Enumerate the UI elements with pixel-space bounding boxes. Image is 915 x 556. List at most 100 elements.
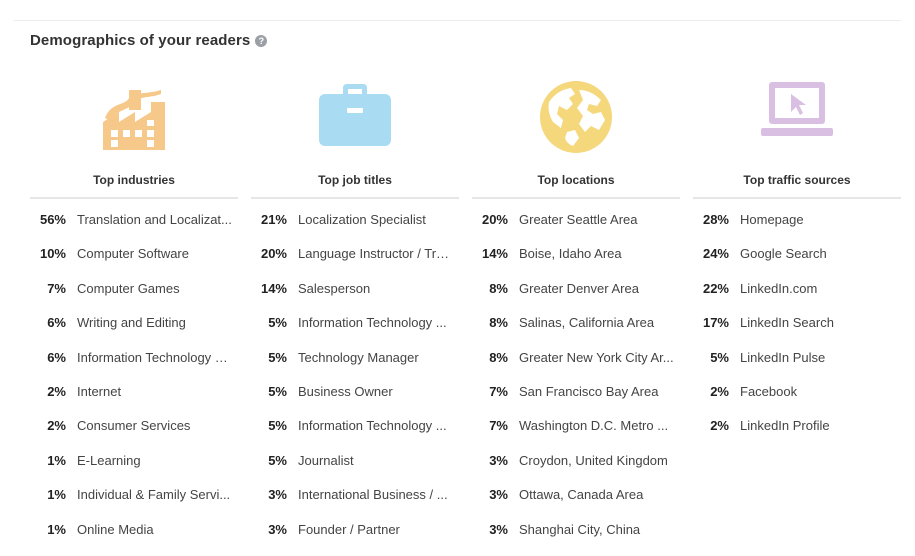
top-divider: [14, 20, 901, 21]
percent: 3%: [489, 521, 508, 537]
list-item: 5% Technology Manager: [251, 350, 459, 384]
demographics-columns: Top industries 56% Translation and Locali…: [30, 80, 901, 556]
list-item: 28% Homepage: [693, 212, 901, 246]
percent: 6%: [47, 349, 66, 365]
list-item: 1% Individual & Family Servi...: [30, 487, 238, 521]
item-label: Computer Games: [77, 280, 180, 296]
percent: 5%: [268, 418, 287, 434]
percent: 17%: [702, 315, 729, 331]
item-label: Greater Seattle Area: [519, 212, 638, 227]
list-item: 14% Salesperson: [251, 281, 459, 315]
item-label: LinkedIn Pulse: [740, 349, 826, 365]
column-job-titles: Top job titles 21% Localization Specialis…: [251, 80, 459, 556]
item-label: Greater Denver Area: [519, 280, 639, 296]
item-label: Writing and Editing: [77, 315, 186, 331]
item-label: Online Media: [77, 521, 154, 537]
column-title: Top job titles: [251, 173, 459, 199]
list-item: 6% Information Technology a...: [30, 350, 238, 384]
list-item: 20% Language Instructor / Tra...: [251, 246, 459, 280]
percent: 5%: [268, 383, 287, 399]
item-label: Shanghai City, China: [519, 521, 641, 537]
percent: 2%: [710, 383, 729, 399]
list-item: 20% Greater Seattle Area: [472, 212, 680, 246]
percent: 3%: [268, 521, 287, 537]
list-item: 3% Shanghai City, China: [472, 522, 680, 556]
list-item: 7% Washington D.C. Metro ...: [472, 418, 680, 452]
industries-list: 56% Translation and Localizat... 10% Compu…: [30, 212, 238, 556]
item-label: Individual & Family Servi...: [77, 487, 231, 503]
item-label: Washington D.C. Metro ...: [519, 418, 669, 434]
list-item: 8% Greater New York City Ar...: [472, 350, 680, 384]
item-label: Croydon, United Kingdom: [519, 452, 668, 468]
list-item: 6% Writing and Editing: [30, 315, 238, 349]
locations-list: 20% Greater Seattle Area 14% Boise, Idaho …: [472, 212, 680, 556]
percent: 20%: [260, 246, 287, 262]
item-label: LinkedIn Profile: [740, 418, 830, 434]
column-title: Top locations: [472, 173, 680, 199]
percent: 1%: [47, 521, 66, 537]
item-label: Homepage: [740, 212, 804, 227]
column-traffic-sources: Top traffic sources 28% Homepage 24% Googl…: [693, 80, 901, 556]
percent: 5%: [710, 349, 729, 365]
item-label: Language Instructor / Tra...: [298, 246, 453, 262]
list-item: 5% Business Owner: [251, 384, 459, 418]
list-item: 8% Greater Denver Area: [472, 281, 680, 315]
list-item: 5% Journalist: [251, 453, 459, 487]
percent: 7%: [489, 418, 508, 434]
item-label: Information Technology ...: [298, 418, 447, 434]
percent: 56%: [39, 212, 66, 227]
percent: 8%: [489, 349, 508, 365]
list-item: 5% LinkedIn Pulse: [693, 350, 901, 384]
item-label: Salinas, California Area: [519, 315, 655, 331]
list-item: 3% Ottawa, Canada Area: [472, 487, 680, 521]
column-title: Top traffic sources: [693, 173, 901, 199]
item-label: Information Technology a...: [77, 349, 232, 365]
list-item: 5% Information Technology ...: [251, 315, 459, 349]
percent: 3%: [268, 487, 287, 503]
percent: 5%: [268, 452, 287, 468]
list-item: 56% Translation and Localizat...: [30, 212, 238, 246]
briefcase-icon: [251, 80, 459, 150]
percent: 2%: [710, 418, 729, 434]
item-label: Facebook: [740, 383, 798, 399]
item-label: International Business / ...: [298, 487, 448, 503]
percent: 28%: [702, 212, 729, 227]
percent: 5%: [268, 315, 287, 331]
item-label: Internet: [77, 383, 122, 399]
item-label: Ottawa, Canada Area: [519, 487, 644, 503]
item-label: Technology Manager: [298, 349, 419, 365]
item-label: Boise, Idaho Area: [519, 246, 622, 262]
list-item: 2% Facebook: [693, 384, 901, 418]
percent: 7%: [47, 280, 66, 296]
help-icon[interactable]: ?: [255, 35, 268, 47]
laptop-icon: [693, 80, 901, 150]
globe-icon: [472, 80, 680, 153]
list-item: 1% Online Media: [30, 522, 238, 556]
percent: 14%: [481, 246, 508, 262]
list-item: 3% International Business / ...: [251, 487, 459, 521]
list-item: 5% Information Technology ...: [251, 418, 459, 452]
percent: 21%: [260, 212, 287, 227]
item-label: Google Search: [740, 246, 827, 262]
column-industries: Top industries 56% Translation and Locali…: [30, 80, 238, 556]
job-titles-list: 21% Localization Specialist 20% Language I…: [251, 212, 459, 556]
list-item: 24% Google Search: [693, 246, 901, 280]
list-item: 7% San Francisco Bay Area: [472, 384, 680, 418]
item-label: Journalist: [298, 452, 354, 468]
item-label: Salesperson: [298, 280, 371, 296]
percent: 3%: [489, 487, 508, 503]
item-label: Translation and Localizat...: [77, 212, 232, 227]
list-item: 2% LinkedIn Profile: [693, 418, 901, 452]
percent: 20%: [481, 212, 508, 227]
item-label: LinkedIn Search: [740, 315, 834, 331]
item-label: Consumer Services: [77, 418, 191, 434]
percent: 1%: [47, 452, 66, 468]
item-label: Founder / Partner: [298, 521, 400, 537]
item-label: Greater New York City Ar...: [519, 349, 674, 365]
list-item: 14% Boise, Idaho Area: [472, 246, 680, 280]
list-item: 1% E-Learning: [30, 453, 238, 487]
item-label: LinkedIn.com: [740, 280, 818, 296]
percent: 5%: [268, 349, 287, 365]
item-label: Business Owner: [298, 383, 393, 399]
percent: 8%: [489, 280, 508, 296]
